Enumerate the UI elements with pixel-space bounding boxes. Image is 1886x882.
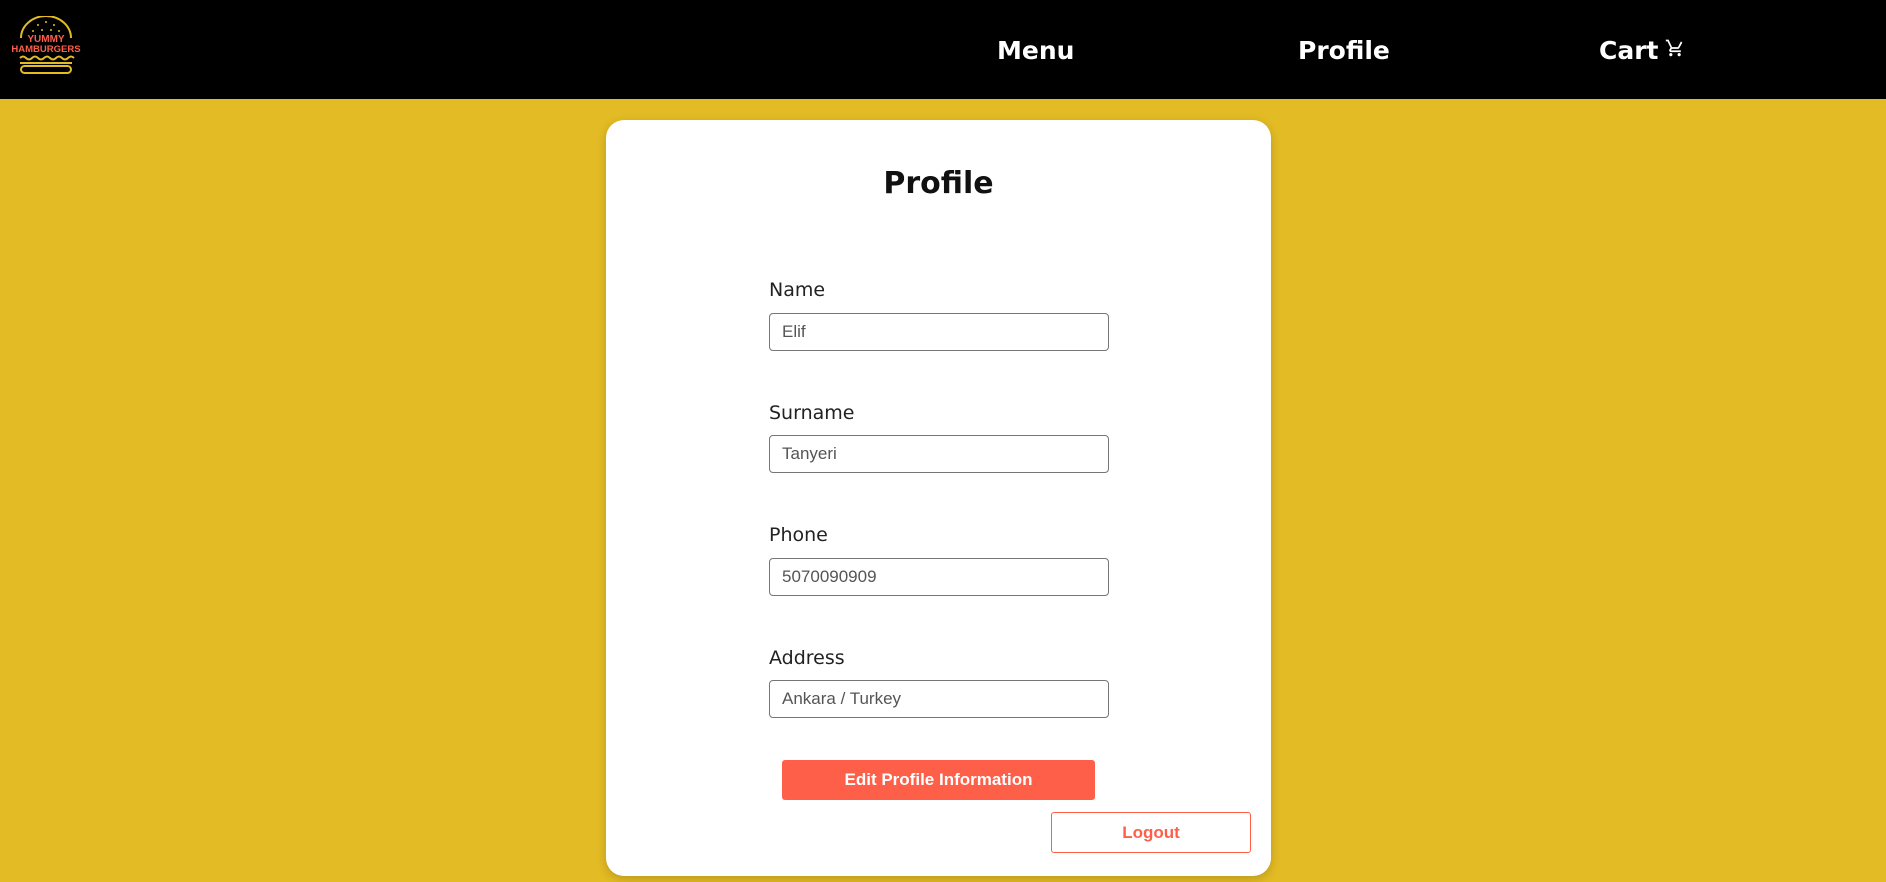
nav-profile-label: Profile — [1298, 36, 1390, 65]
page-title: Profile — [883, 166, 994, 201]
edit-profile-button[interactable]: Edit Profile Information — [782, 760, 1095, 800]
address-label: Address — [769, 647, 845, 669]
nav-profile-link[interactable]: Profile — [1298, 34, 1390, 68]
phone-field[interactable] — [769, 558, 1109, 596]
cart-icon — [1665, 33, 1685, 67]
yummy-hamburgers-logo[interactable]: YUMMY HAMBURGERS — [8, 16, 84, 76]
nav-menu-label: Menu — [997, 36, 1075, 65]
logo-text-line2: HAMBURGERS — [11, 44, 80, 55]
burger-logo-icon: YUMMY HAMBURGERS — [11, 16, 81, 74]
logout-button[interactable]: Logout — [1051, 812, 1251, 853]
nav-cart-label: Cart — [1599, 36, 1659, 65]
top-navbar: YUMMY HAMBURGERS Menu Profile Cart — [0, 0, 1886, 99]
surname-field[interactable] — [769, 435, 1109, 473]
name-field[interactable] — [769, 313, 1109, 351]
nav-menu-link[interactable]: Menu — [997, 34, 1074, 68]
address-field[interactable] — [769, 680, 1109, 718]
phone-label: Phone — [769, 524, 828, 546]
name-label: Name — [769, 279, 826, 301]
surname-label: Surname — [769, 402, 855, 424]
nav-cart-link[interactable]: Cart — [1599, 34, 1685, 68]
profile-card: Profile Name Surname Phone Address Edit … — [606, 120, 1271, 876]
